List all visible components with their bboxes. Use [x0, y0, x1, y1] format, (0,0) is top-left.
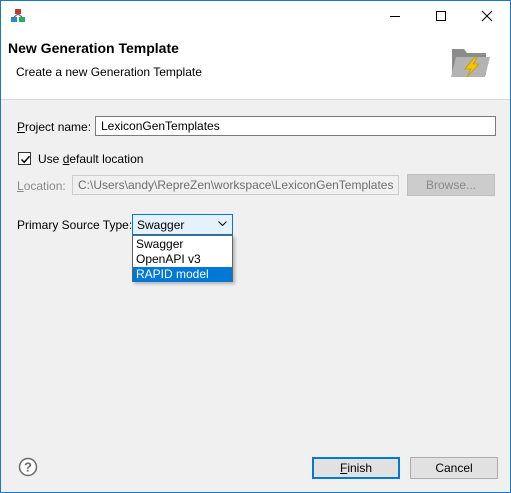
- location-label-text: ocation:: [23, 179, 66, 193]
- page-title: New Generation Template: [8, 40, 179, 56]
- close-icon: [481, 10, 493, 22]
- svg-text:?: ?: [24, 460, 32, 475]
- project-name-label-text: roject name:: [25, 120, 92, 134]
- help-icon[interactable]: ?: [18, 457, 38, 477]
- use-default-location-label[interactable]: Use default location: [38, 152, 143, 166]
- minimize-icon: [390, 16, 400, 17]
- finish-label: inish: [347, 461, 373, 475]
- close-button[interactable]: [464, 1, 510, 31]
- location-label: Location:: [17, 179, 66, 193]
- source-type-dropdown-list: Swagger OpenAPI v3 RAPID model: [132, 235, 233, 282]
- option-swagger[interactable]: Swagger: [133, 237, 232, 252]
- location-input[interactable]: C:\Users\andy\RepreZen\workspace\Lexicon…: [72, 175, 399, 195]
- use-default-location-checkbox[interactable]: [18, 152, 31, 165]
- minimize-button[interactable]: [372, 1, 418, 31]
- option-rapid-model[interactable]: RAPID model: [133, 267, 232, 282]
- app-icon: [11, 9, 25, 22]
- browse-button[interactable]: Browse...: [407, 174, 495, 196]
- selected-source-type: Swagger: [137, 218, 185, 232]
- project-name-input[interactable]: LexiconGenTemplates: [95, 116, 496, 136]
- checkmark-icon: [20, 155, 31, 164]
- finish-button[interactable]: Finish: [312, 457, 400, 479]
- dialog-window: New Generation Template Create a new Gen…: [0, 0, 511, 493]
- title-bar[interactable]: [1, 1, 510, 31]
- maximize-button[interactable]: [418, 1, 464, 31]
- cancel-button[interactable]: Cancel: [410, 457, 498, 479]
- page-subtitle: Create a new Generation Template: [16, 65, 202, 79]
- chevron-down-icon: [218, 221, 227, 227]
- default-location-label-pre: Use: [38, 152, 63, 166]
- option-openapi-v3[interactable]: OpenAPI v3: [133, 252, 232, 267]
- maximize-icon: [436, 11, 446, 21]
- primary-source-type-label: Primary Source Type:: [17, 218, 133, 232]
- primary-source-type-select[interactable]: Swagger: [132, 214, 233, 235]
- default-location-label-post: efault location: [69, 152, 144, 166]
- wizard-banner: New Generation Template Create a new Gen…: [1, 31, 510, 100]
- folder-lightning-icon: [451, 49, 490, 78]
- project-name-mnemonic: P: [17, 120, 26, 134]
- location-mnemonic: L: [17, 179, 24, 193]
- project-name-label: Project name:: [17, 120, 91, 134]
